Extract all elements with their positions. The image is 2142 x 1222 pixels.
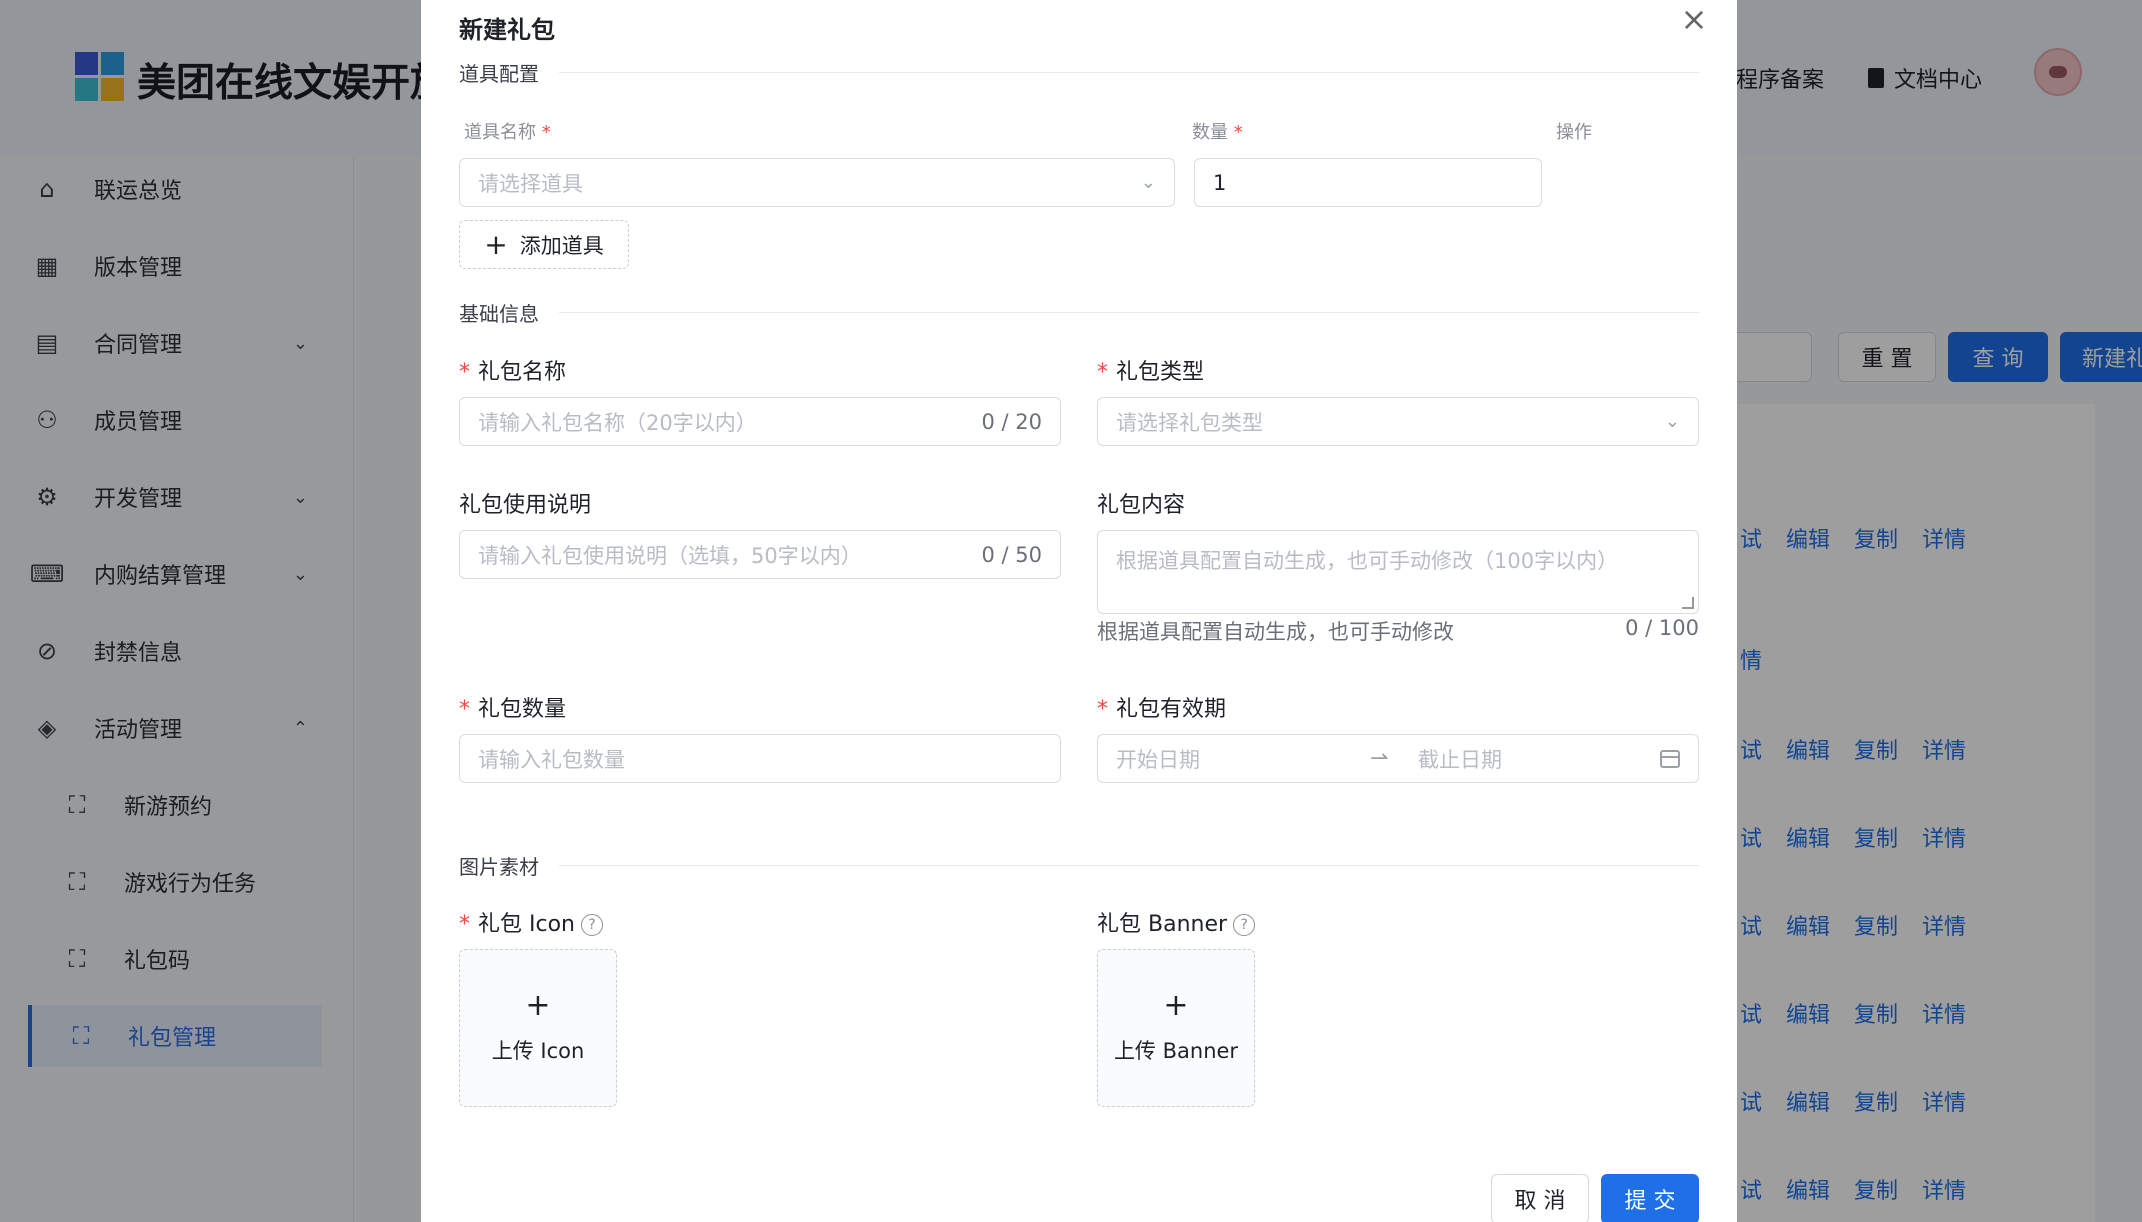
gift-type-label: * 礼包类型 (1097, 354, 1204, 386)
required-mark: * (459, 697, 470, 722)
label-text: 礼包类型 (1116, 360, 1205, 385)
upload-icon-button[interactable]: + 上传 Icon (459, 949, 617, 1107)
quantity-value: 1 (1213, 170, 1227, 195)
usage-input[interactable]: 请输入礼包使用说明（选填，50字以内） 0 / 50 (459, 530, 1061, 579)
section-title: 基础信息 (459, 302, 539, 326)
plus-icon: + (525, 988, 551, 1023)
section-title: 图片素材 (459, 855, 539, 879)
label-text: 礼包 Banner (1097, 912, 1228, 937)
validity-label: * 礼包有效期 (1097, 691, 1226, 723)
help-icon[interactable]: ? (1233, 914, 1256, 936)
required-mark: * (541, 122, 551, 143)
end-date-placeholder[interactable]: 截止日期 (1418, 744, 1660, 774)
new-gift-modal: 新建礼包 × 道具配置 道具名称 * 数量 * 操作 请选择道具 ⌄ 1 + 添… (421, 0, 1737, 1222)
banner-label: 礼包 Banner? (1097, 906, 1256, 938)
section-images: 图片素材 (459, 851, 1699, 880)
required-mark: * (459, 912, 470, 937)
cancel-button[interactable]: 取 消 (1491, 1174, 1589, 1222)
char-counter: 0 / 100 (1625, 616, 1699, 640)
icon-label: * 礼包 Icon? (459, 906, 603, 938)
help-icon[interactable]: ? (580, 914, 603, 936)
content-placeholder: 根据道具配置自动生成，也可手动修改（100字以内） (1116, 549, 1619, 573)
usage-placeholder: 请输入礼包使用说明（选填，50字以内） (478, 543, 862, 568)
modal-title: 新建礼包 (459, 16, 555, 44)
gift-qty-placeholder: 请输入礼包数量 (478, 747, 625, 772)
start-date-placeholder[interactable]: 开始日期 (1116, 744, 1370, 774)
add-item-button[interactable]: + 添加道具 (459, 220, 629, 269)
section-basic-info: 基础信息 (459, 298, 1699, 327)
calendar-icon (1660, 749, 1680, 768)
section-title: 道具配置 (459, 62, 539, 86)
add-item-label: 添加道具 (519, 233, 604, 258)
label-text: 礼包数量 (478, 697, 567, 722)
item-select[interactable]: 请选择道具 ⌄ (459, 158, 1175, 207)
required-mark: * (1097, 360, 1108, 385)
item-select-placeholder: 请选择道具 (478, 171, 583, 196)
content-textarea[interactable]: 根据道具配置自动生成，也可手动修改（100字以内） (1097, 530, 1699, 614)
content-help: 根据道具配置自动生成，也可手动修改 0 / 100 (1097, 616, 1699, 646)
label-text: 礼包有效期 (1116, 697, 1227, 722)
char-counter: 0 / 50 (981, 542, 1042, 567)
plus-icon: + (484, 227, 508, 261)
gift-type-placeholder: 请选择礼包类型 (1116, 410, 1263, 435)
help-text: 根据道具配置自动生成，也可手动修改 (1097, 620, 1454, 644)
content-label: 礼包内容 (1097, 493, 1186, 518)
gift-name-input[interactable]: 请输入礼包名称（20字以内） 0 / 20 (459, 397, 1061, 446)
validity-range-picker[interactable]: 开始日期 ⇀ 截止日期 (1097, 734, 1699, 783)
chevron-down-icon: ⌄ (1140, 172, 1156, 193)
gift-qty-input[interactable]: 请输入礼包数量 (459, 734, 1061, 783)
column-quantity: 数量 * (1192, 118, 1243, 144)
gift-qty-label: * 礼包数量 (459, 691, 566, 723)
plus-icon: + (1163, 988, 1189, 1023)
required-mark: * (1233, 122, 1243, 143)
submit-button[interactable]: 提 交 (1601, 1174, 1699, 1222)
gift-name-label: * 礼包名称 (459, 354, 566, 386)
required-mark: * (459, 360, 470, 385)
gift-name-placeholder: 请输入礼包名称（20字以内） (478, 410, 757, 435)
column-operations: 操作 (1556, 122, 1592, 143)
close-icon[interactable]: × (1679, 3, 1709, 35)
upload-label: 上传 Banner (1113, 1039, 1239, 1063)
gift-type-select[interactable]: 请选择礼包类型 ⌄ (1097, 397, 1699, 446)
label-text: 礼包 Icon (478, 912, 575, 937)
quantity-input[interactable]: 1 (1194, 158, 1542, 207)
label-text: 礼包名称 (478, 360, 567, 385)
arrow-right-icon: ⇀ (1370, 746, 1389, 771)
column-item-name: 道具名称 * (464, 118, 551, 144)
required-mark: * (1097, 697, 1108, 722)
upload-label: 上传 Icon (491, 1039, 585, 1063)
upload-banner-button[interactable]: + 上传 Banner (1097, 949, 1255, 1107)
chevron-down-icon: ⌄ (1664, 411, 1680, 432)
char-counter: 0 / 20 (981, 409, 1042, 434)
section-item-config: 道具配置 (459, 58, 1699, 87)
resize-handle-icon[interactable] (1682, 597, 1694, 609)
usage-label: 礼包使用说明 (459, 493, 592, 518)
column-label: 道具名称 (464, 122, 536, 143)
column-label: 数量 (1192, 122, 1228, 143)
